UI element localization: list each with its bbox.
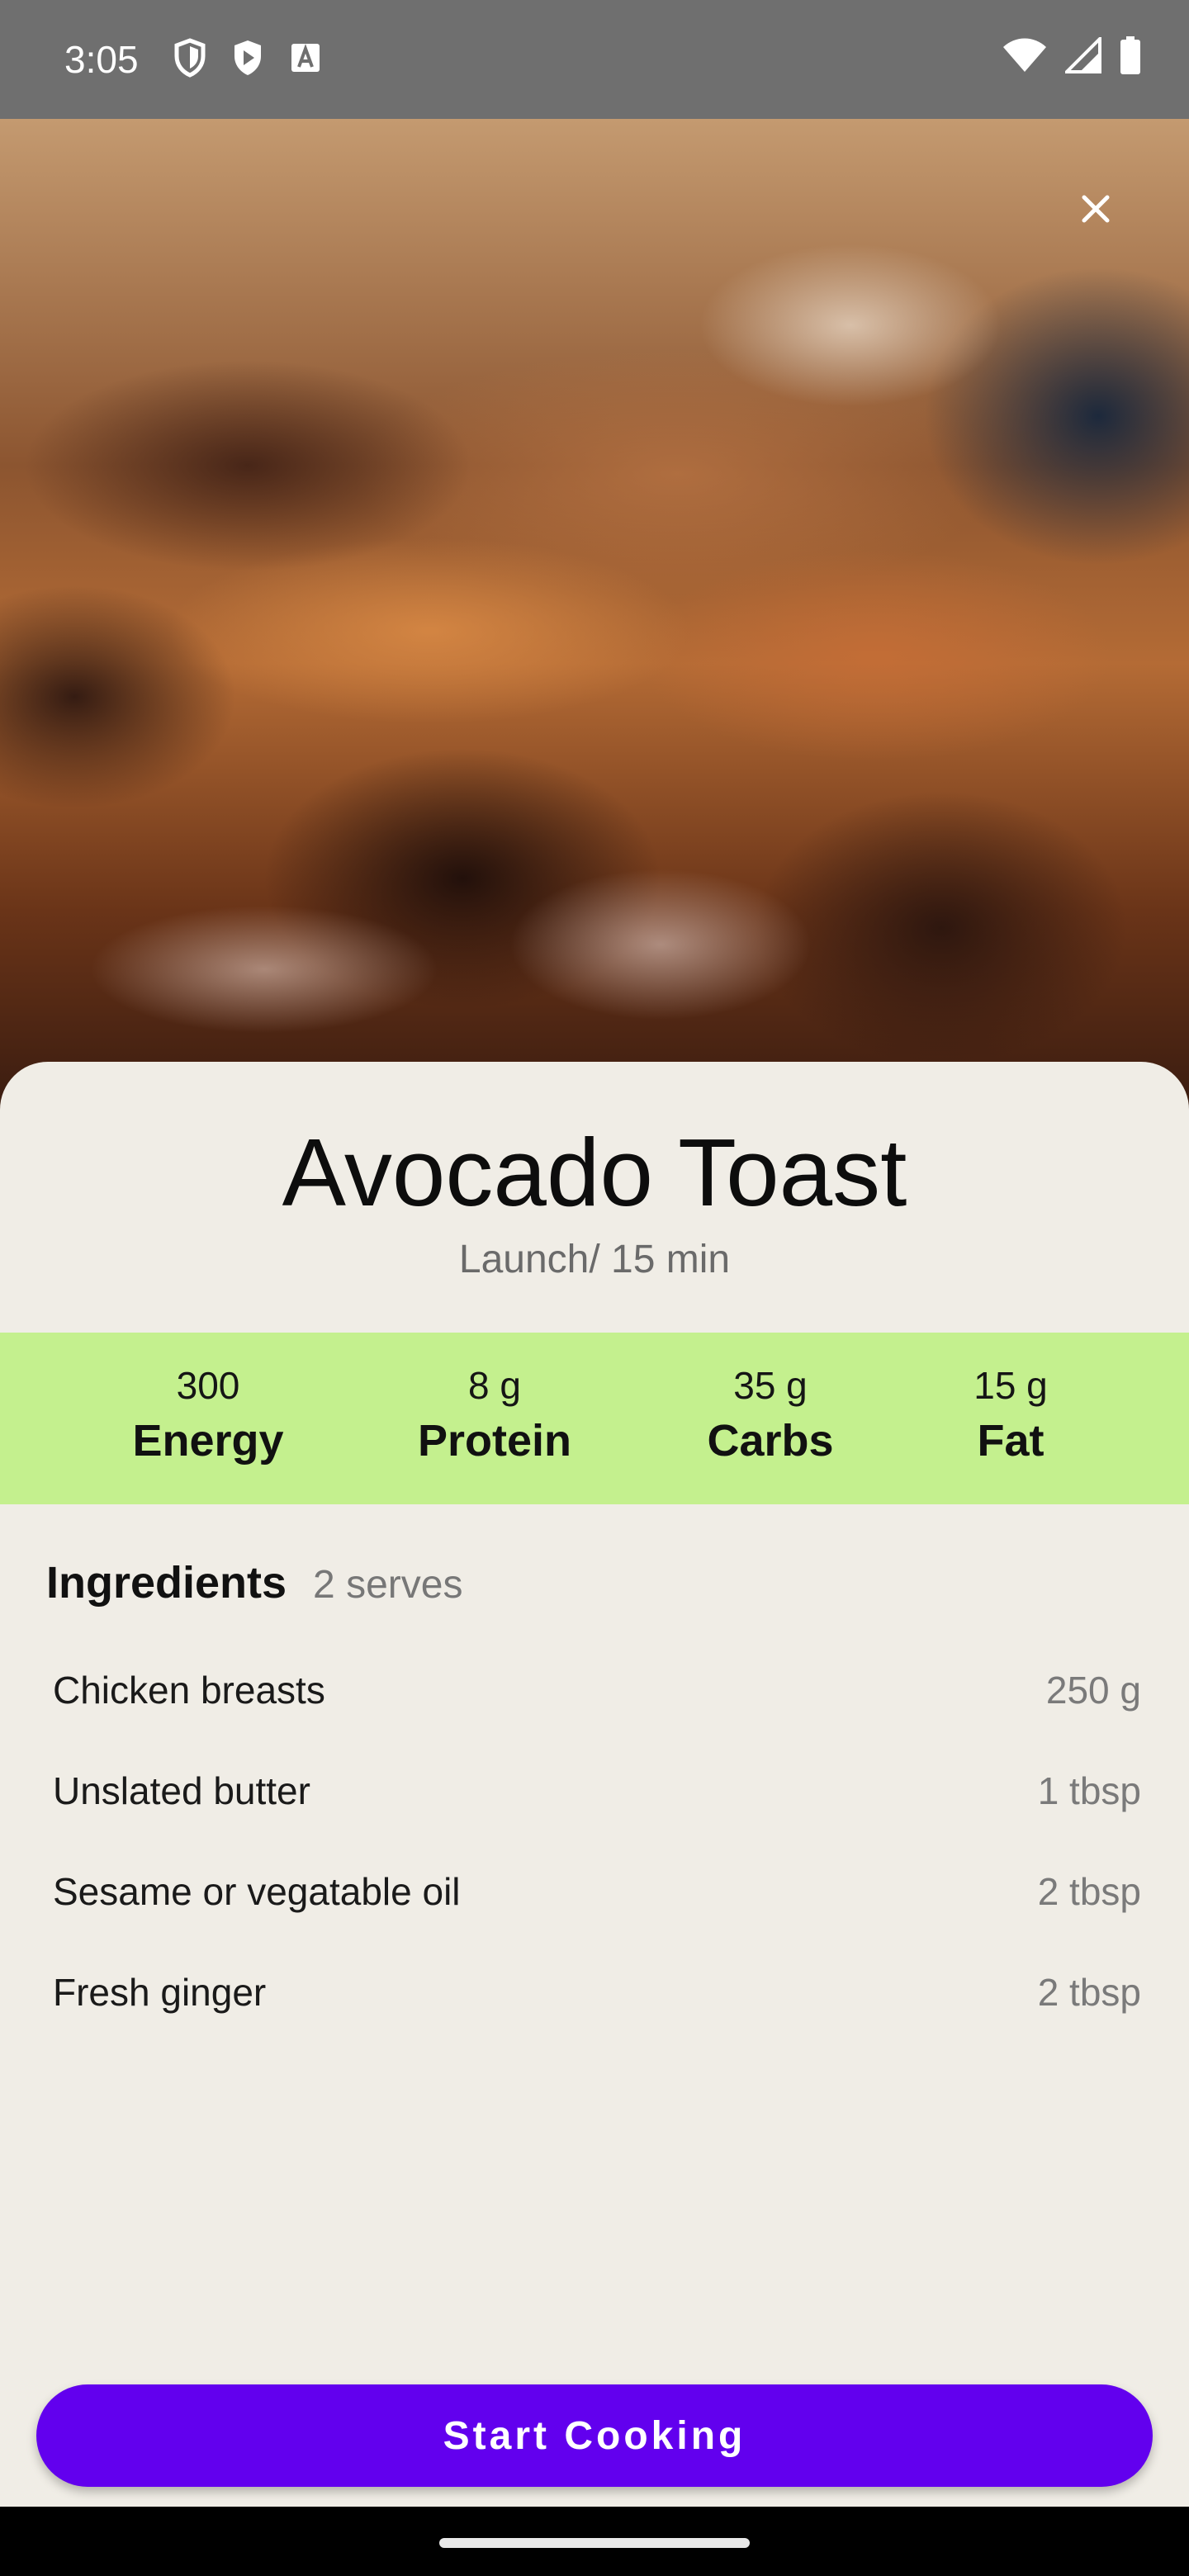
ingredient-row: Sesame or vegatable oil 2 tbsp	[53, 1861, 1141, 1962]
nutrition-summary: 300 Energy 8 g Protein 35 g Carbs 15 g F…	[0, 1333, 1189, 1504]
nutrient-value: 8 g	[468, 1364, 521, 1407]
a-badge-icon	[289, 41, 322, 78]
status-time: 3:05	[64, 38, 139, 81]
status-icons-right	[1002, 35, 1141, 78]
ingredient-name: Fresh ginger	[53, 1971, 267, 2014]
navigation-bar	[0, 2507, 1189, 2576]
nutrient-carbs: 35 g Carbs	[663, 1362, 878, 1468]
recipe-subtitle: Launch/ 15 min	[458, 1238, 731, 1281]
ingredient-name: Unslated butter	[53, 1769, 310, 1812]
ingredient-quantity: 1 tbsp	[1037, 1769, 1141, 1812]
nutrient-value: 15 g	[973, 1364, 1048, 1407]
battery-icon	[1120, 36, 1141, 78]
nutrient-protein: 8 g Protein	[387, 1362, 602, 1468]
wifi-icon	[1002, 37, 1047, 78]
close-button[interactable]	[1072, 187, 1120, 234]
ingredient-row: Unslated butter 1 tbsp	[53, 1760, 1141, 1861]
nutrient-energy: 300 Energy	[101, 1362, 315, 1468]
ingredient-name: Chicken breasts	[53, 1669, 325, 1712]
recipe-title: Avocado Toast	[282, 1119, 907, 1226]
nutrient-label: Protein	[417, 1416, 572, 1466]
nutrient-value: 300	[176, 1364, 240, 1407]
ingredient-quantity: 250 g	[1045, 1669, 1141, 1712]
ingredient-row: Chicken breasts 250 g	[53, 1660, 1141, 1760]
status-bar: 3:05	[0, 0, 1189, 119]
nutrient-value: 35 g	[733, 1364, 808, 1407]
nutrient-label: Energy	[132, 1416, 284, 1466]
ingredients-serves: 2 serves	[313, 1563, 463, 1607]
play-shield-icon	[231, 38, 264, 82]
recipe-hero-image	[0, 119, 1189, 1110]
close-icon	[1080, 193, 1111, 229]
home-gesture-handle[interactable]	[439, 2538, 750, 2548]
ingredient-row: Fresh ginger 2 tbsp	[53, 1962, 1141, 2062]
ingredients-title: Ingredients	[46, 1558, 287, 1608]
start-cooking-button[interactable]: Start Cooking	[36, 2384, 1153, 2487]
shield-outline-icon	[173, 38, 206, 82]
signal-icon	[1063, 35, 1101, 78]
nutrient-label: Carbs	[707, 1416, 834, 1466]
ingredient-name: Sesame or vegatable oil	[53, 1870, 461, 1913]
ingredient-quantity: 2 tbsp	[1037, 1971, 1141, 2014]
ingredients-header: Ingredients 2 serves	[46, 1557, 462, 1608]
nutrient-label: Fat	[977, 1416, 1045, 1466]
ingredient-list: Chicken breasts 250 g Unslated butter 1 …	[53, 1660, 1141, 2062]
nutrient-fat: 15 g Fat	[903, 1362, 1118, 1468]
status-icons-left	[173, 38, 322, 82]
ingredient-quantity: 2 tbsp	[1037, 1870, 1141, 1913]
